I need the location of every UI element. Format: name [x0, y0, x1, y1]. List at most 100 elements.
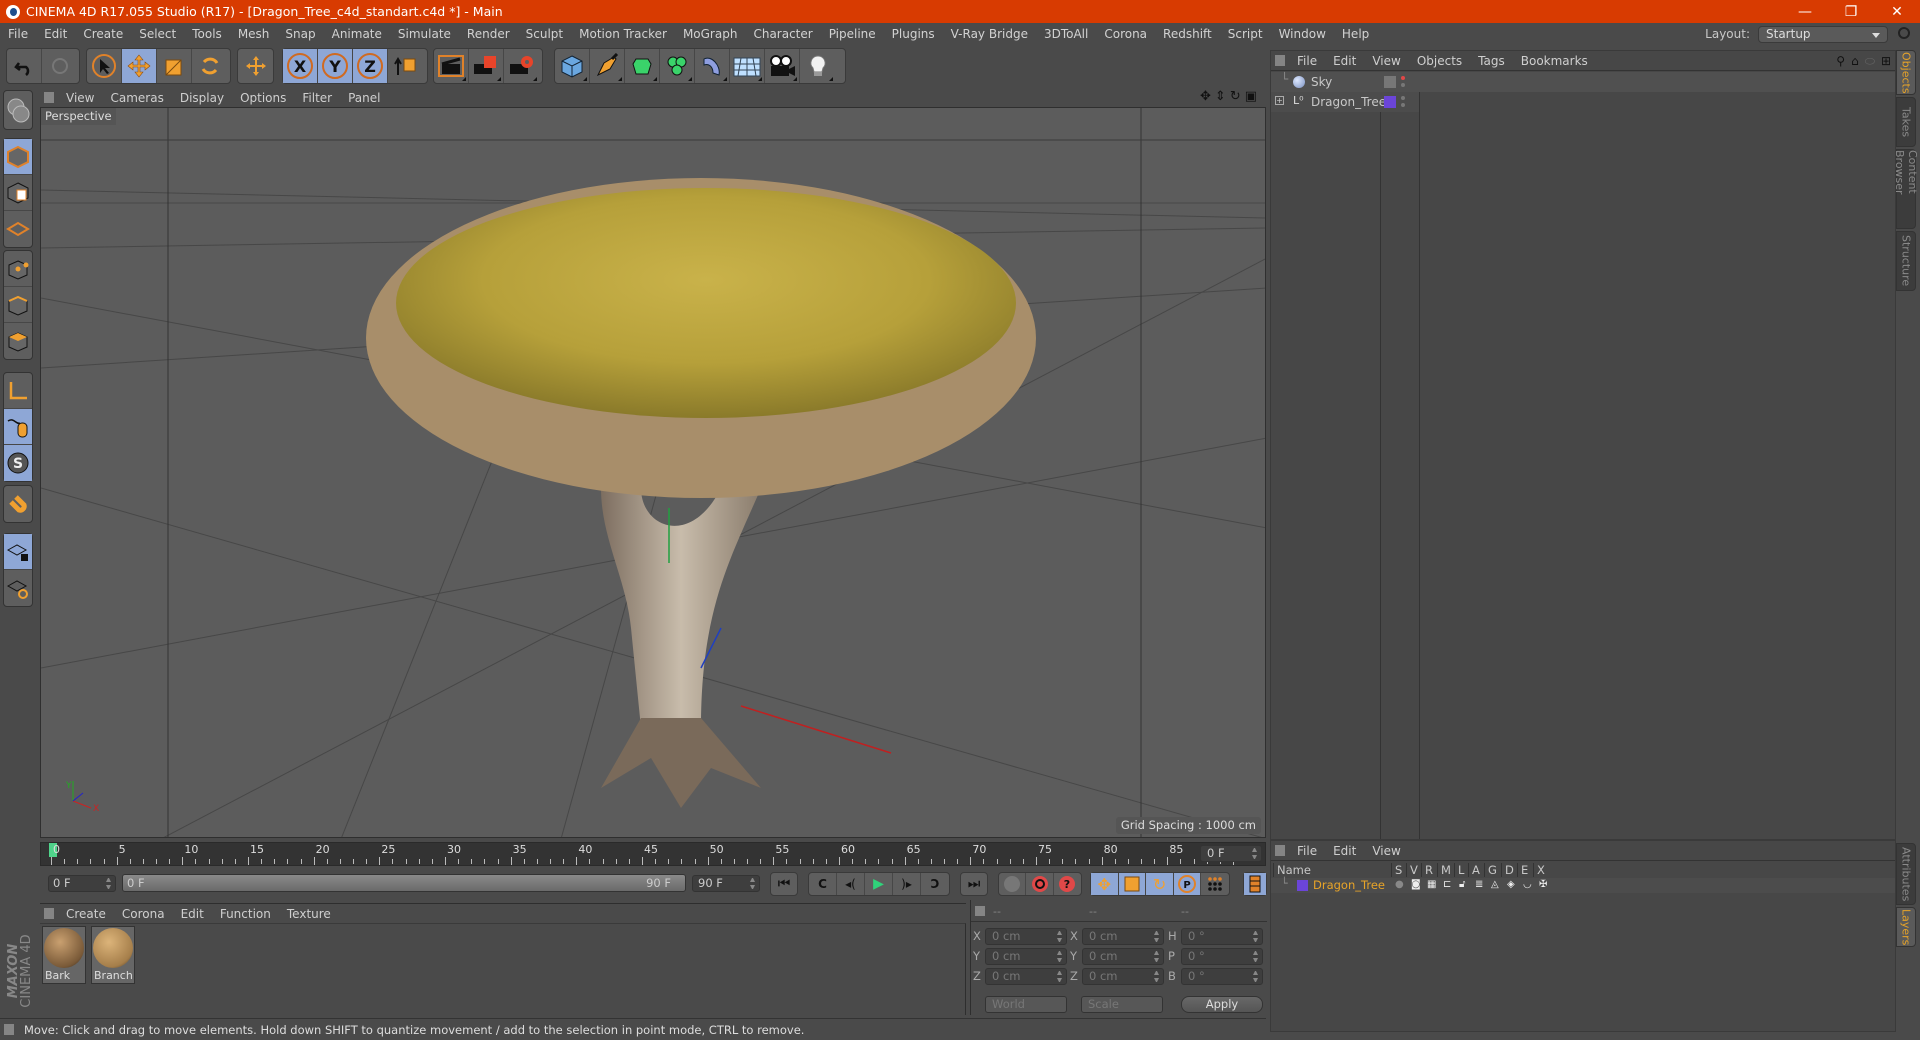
menu-help[interactable]: Help [1334, 27, 1377, 41]
column-header-d[interactable]: D [1501, 863, 1514, 877]
rotation-y-field[interactable]: 0 ° [1181, 948, 1263, 965]
material-menu-texture[interactable]: Texture [279, 907, 339, 921]
animation-icon[interactable]: ≣ [1475, 879, 1485, 892]
dolly-icon[interactable]: ⇕ [1215, 89, 1226, 104]
solo-icon[interactable]: ● [1395, 879, 1405, 892]
expand-icon[interactable]: + [1275, 96, 1284, 105]
menu-redshift[interactable]: Redshift [1155, 27, 1220, 41]
points-mode-button[interactable] [4, 251, 32, 287]
menu-create[interactable]: Create [75, 27, 131, 41]
minimize-button[interactable]: — [1782, 0, 1828, 23]
column-header-s[interactable]: S [1391, 863, 1402, 877]
material-branch[interactable]: Branch [91, 926, 135, 984]
object-menu-file[interactable]: File [1289, 54, 1325, 68]
column-header-e[interactable]: E [1517, 863, 1528, 877]
object-menu-tags[interactable]: Tags [1470, 54, 1513, 68]
motion-record-button[interactable] [999, 873, 1027, 895]
workplane-button[interactable] [4, 211, 32, 247]
render-settings-button[interactable] [504, 49, 539, 83]
panel-grip[interactable] [44, 92, 54, 103]
xref-icon[interactable]: ✠ [1539, 879, 1549, 892]
position-x-field[interactable]: 0 cm [985, 928, 1067, 945]
size-x-field[interactable]: 0 cm [1082, 928, 1164, 945]
column-header-m[interactable]: M [1437, 863, 1451, 877]
layout-search-icon[interactable] [1898, 27, 1910, 39]
autokey-button[interactable]: ? [1054, 873, 1081, 895]
layer-menu-edit[interactable]: Edit [1325, 844, 1364, 858]
tweak-mode-button[interactable] [4, 409, 32, 445]
menu-pipeline[interactable]: Pipeline [821, 27, 884, 41]
menu-mograph[interactable]: MoGraph [675, 27, 746, 41]
viewport-menu-display[interactable]: Display [172, 91, 232, 105]
object-menu-objects[interactable]: Objects [1409, 54, 1470, 68]
maximize-icon[interactable]: ▣ [1245, 89, 1257, 104]
expressions-icon[interactable]: ◡ [1523, 879, 1533, 892]
render-visibility-dot[interactable] [1401, 83, 1405, 87]
key-position-button[interactable]: ✥ [1091, 873, 1119, 895]
timeline-ruler[interactable]: 051015202530354045505560657075808590 [40, 842, 1266, 866]
menu-animate[interactable]: Animate [324, 27, 390, 41]
record-active-button[interactable] [1026, 873, 1054, 895]
select-tool-button[interactable] [87, 49, 122, 83]
panel-grip[interactable] [1275, 845, 1285, 856]
editor-visibility-dot[interactable] [1401, 76, 1405, 80]
menu-edit[interactable]: Edit [36, 27, 75, 41]
menu-select[interactable]: Select [131, 27, 184, 41]
panel-grip[interactable] [1275, 55, 1285, 66]
restore-button[interactable]: ❐ [1828, 0, 1874, 23]
material-menu-edit[interactable]: Edit [173, 907, 212, 921]
menu-sculpt[interactable]: Sculpt [518, 27, 571, 41]
side-tab-objects[interactable]: Objects [1896, 50, 1916, 95]
locked-workplane-button[interactable] [4, 534, 32, 570]
solo-button[interactable]: S [4, 445, 32, 481]
play-button[interactable]: ▶ [865, 873, 893, 895]
menu-window[interactable]: Window [1271, 27, 1334, 41]
material-bark[interactable]: Bark [42, 926, 86, 984]
next-frame-button[interactable]: )▸ [893, 873, 921, 895]
make-editable-button[interactable] [3, 90, 33, 130]
planar-workplane-button[interactable] [4, 570, 32, 606]
generators-icon[interactable]: ◬ [1491, 879, 1501, 892]
orbit-icon[interactable]: ↻ [1230, 89, 1241, 104]
side-tab-takes[interactable]: Takes [1896, 97, 1916, 147]
render-visibility-dot[interactable] [1401, 103, 1405, 107]
hide-icon[interactable]: ⬭ [1865, 54, 1875, 69]
y-axis-button[interactable]: Y [318, 49, 353, 83]
coordinate-type-select[interactable]: Scale [1081, 996, 1163, 1013]
subdivision-surface-button[interactable] [625, 49, 660, 83]
rotation-x-field[interactable]: 0 ° [1181, 928, 1263, 945]
viewport-menu-view[interactable]: View [58, 91, 102, 105]
material-menu-corona[interactable]: Corona [114, 907, 173, 921]
side-tab-layers[interactable]: Layers [1896, 907, 1916, 947]
layer-row[interactable]: └ Dragon_Tree ● ◙ ▦ ⊏ 🔓︎ ≣ ◬ ◈ ◡ ✠ [1271, 877, 1895, 893]
light-button[interactable] [800, 49, 835, 83]
move-tool-button[interactable] [122, 49, 157, 83]
go-to-end-button[interactable]: ⏭ [961, 873, 987, 895]
rotate-tool-button[interactable] [192, 49, 227, 83]
column-header-g[interactable]: G [1484, 863, 1497, 877]
viewport-menu-panel[interactable]: Panel [340, 91, 388, 105]
axis-mode-button[interactable] [4, 373, 32, 409]
manager-icon[interactable]: ⊏ [1443, 879, 1453, 892]
deformers-icon[interactable]: ◈ [1507, 879, 1517, 892]
redo-button[interactable] [42, 49, 77, 83]
timeline-button[interactable] [1244, 873, 1266, 895]
render-view-button[interactable] [434, 49, 469, 83]
object-menu-bookmarks[interactable]: Bookmarks [1513, 54, 1596, 68]
z-axis-button[interactable]: Z [353, 49, 388, 83]
column-header-r[interactable]: R [1421, 863, 1433, 877]
current-frame-field[interactable]: 0 F [1200, 845, 1262, 862]
panel-grip[interactable] [975, 906, 985, 916]
close-button[interactable]: ✕ [1874, 0, 1920, 23]
layout-dropdown[interactable]: Startup [1758, 25, 1888, 43]
key-parameter-button[interactable]: P [1173, 873, 1202, 895]
edges-mode-button[interactable] [4, 287, 32, 323]
menu-corona[interactable]: Corona [1096, 27, 1155, 41]
cloner-button[interactable] [660, 49, 695, 83]
menu-snap[interactable]: Snap [277, 27, 323, 41]
column-header-l[interactable]: L [1454, 863, 1464, 877]
object-menu-edit[interactable]: Edit [1325, 54, 1364, 68]
side-tab-content-browser[interactable]: Content Browser [1893, 149, 1919, 229]
size-y-field[interactable]: 0 cm [1082, 948, 1164, 965]
scale-tool-button[interactable] [157, 49, 192, 83]
